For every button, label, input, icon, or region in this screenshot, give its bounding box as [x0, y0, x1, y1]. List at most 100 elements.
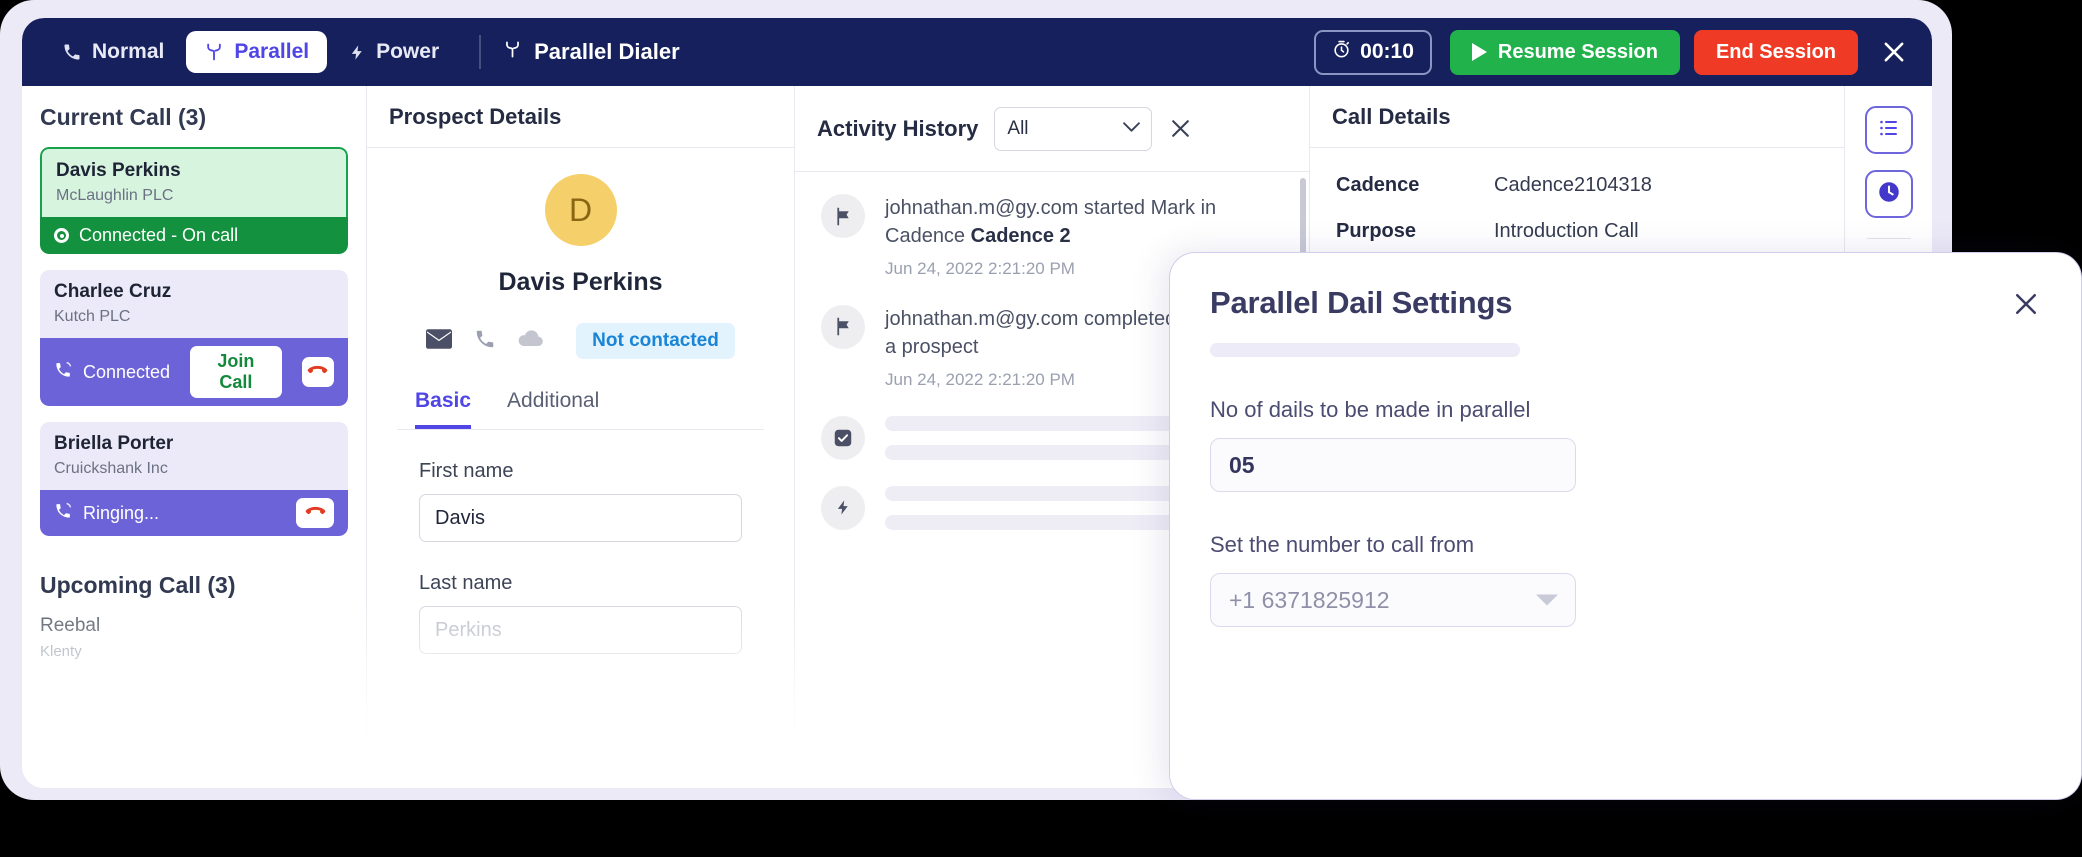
activity-panel-title: Activity History [817, 116, 978, 142]
lightning-icon [821, 486, 865, 530]
check-square-icon [821, 416, 865, 460]
skeleton-bar [1210, 343, 1520, 357]
tab-basic[interactable]: Basic [415, 389, 471, 429]
dialer-title: Parallel Dialer [503, 39, 680, 66]
upcoming-list-item[interactable]: Reebal Klenty [40, 615, 348, 660]
resume-session-button[interactable]: Resume Session [1450, 30, 1680, 75]
hangup-icon [307, 365, 328, 380]
current-call-title: Current Call (3) [40, 104, 348, 131]
activity-item-bold: Cadence 2 [971, 225, 1071, 247]
detail-key: Cadence [1336, 174, 1494, 197]
end-session-label: End Session [1716, 41, 1836, 63]
call-from-number-select[interactable]: +1 6371825912 [1210, 573, 1576, 627]
cloud-icon[interactable] [518, 329, 544, 353]
call-card-status: Connected Join Call [40, 338, 348, 406]
call-from-number-wrap: +1 6371825912 [1210, 573, 1576, 627]
activity-filter-wrap: All [994, 107, 1152, 151]
avatar: D [545, 174, 617, 246]
lightning-icon [349, 42, 366, 63]
call-details-title: Call Details [1310, 86, 1844, 148]
modal-fade-overlay [1170, 649, 2082, 799]
phone-ring-icon [54, 501, 73, 525]
screen-root: Normal Parallel [0, 0, 2082, 857]
tab-additional[interactable]: Additional [507, 389, 599, 429]
resume-session-label: Resume Session [1498, 41, 1658, 64]
modal-inner: Parallel Dail Settings No of dails to be… [1170, 253, 2081, 799]
prospect-name: Davis Perkins [397, 268, 764, 297]
prospect-fields: First name Last name [397, 460, 764, 654]
stopwatch-icon [1332, 40, 1351, 65]
call-card-org: Kutch PLC [54, 308, 334, 326]
dials-label: No of dails to be made in parallel [1210, 397, 2041, 423]
mode-button-normal[interactable]: Normal [44, 31, 182, 73]
session-timer-value: 00:10 [1360, 40, 1414, 64]
prospect-panel-title: Prospect Details [367, 86, 794, 148]
calls-inner: Current Call (3) Davis Perkins McLaughli… [22, 86, 366, 660]
phone-icon[interactable] [474, 328, 496, 355]
call-card-status-label: Ringing... [83, 503, 159, 524]
call-card-top: Charlee Cruz Kutch PLC [40, 270, 348, 338]
branch-icon [503, 39, 522, 66]
phone-icon [62, 42, 82, 62]
last-name-input[interactable] [419, 606, 742, 654]
flag-icon [821, 305, 865, 349]
call-from-number-label: Set the number to call from [1210, 532, 2041, 558]
record-dot-icon [54, 228, 69, 243]
hangup-icon [305, 506, 326, 521]
rail-divider [1867, 238, 1911, 239]
end-session-button[interactable]: End Session [1694, 30, 1858, 75]
call-card-org: McLaughlin PLC [56, 187, 332, 205]
call-card-status: Connected - On call [40, 217, 348, 254]
hangup-button[interactable] [302, 357, 334, 387]
mode-switcher: Normal Parallel [40, 27, 461, 77]
mode-label-parallel: Parallel [234, 40, 309, 64]
mode-label-normal: Normal [92, 40, 164, 64]
close-icon[interactable] [1880, 38, 1908, 66]
hangup-button[interactable] [296, 498, 334, 528]
activity-header: Activity History All [795, 86, 1309, 172]
skeleton-bar [885, 515, 1180, 530]
rail-button-clock[interactable] [1865, 170, 1913, 218]
detail-key: Purpose [1336, 220, 1494, 243]
skeleton-bar [885, 445, 1187, 460]
call-card-status: Ringing... [40, 490, 348, 536]
join-call-button[interactable]: Join Call [190, 346, 282, 398]
branch-icon [204, 41, 224, 63]
mode-button-power[interactable]: Power [331, 31, 457, 73]
activity-filter-select[interactable]: All [994, 107, 1152, 151]
close-icon[interactable] [2011, 289, 2041, 319]
dialer-title-label: Parallel Dialer [534, 39, 680, 65]
call-card-top: Briella Porter Cruickshank Inc [40, 422, 348, 490]
call-card-davis-perkins[interactable]: Davis Perkins McLaughlin PLC Connected -… [40, 147, 348, 254]
detail-row-cadence: Cadence Cadence2104318 [1336, 174, 1818, 197]
call-card-name: Davis Perkins [56, 160, 332, 182]
call-card-org: Cruickshank Inc [54, 460, 334, 478]
call-card-name: Charlee Cruz [54, 281, 334, 303]
top-bar: Normal Parallel [22, 18, 1932, 86]
call-card-charlee-cruz[interactable]: Charlee Cruz Kutch PLC Connected [40, 270, 348, 406]
call-card-briella-porter[interactable]: Briella Porter Cruickshank Inc Ringing..… [40, 422, 348, 536]
mode-label-power: Power [376, 40, 439, 64]
mode-button-parallel[interactable]: Parallel [186, 31, 327, 73]
parallel-dial-settings-modal: Parallel Dail Settings No of dails to be… [1169, 252, 2082, 800]
first-name-input[interactable] [419, 494, 742, 542]
detail-value: Cadence2104318 [1494, 174, 1652, 197]
call-card-top: Davis Perkins McLaughlin PLC [40, 147, 348, 217]
detail-value: Introduction Call [1494, 220, 1639, 243]
upcoming-name: Reebal [40, 615, 348, 637]
avatar-initial: D [569, 192, 592, 229]
prospect-tabs: Basic Additional [397, 389, 764, 430]
modal-header: Parallel Dail Settings [1210, 285, 2041, 321]
close-icon[interactable] [1168, 116, 1193, 141]
email-icon[interactable] [426, 329, 452, 354]
activity-item-text: johnathan.m@gy.com started Mark in Caden… [885, 194, 1283, 251]
dials-count-input[interactable] [1210, 438, 1576, 492]
prospect-panel: Prospect Details D Davis Perkins [367, 86, 795, 788]
first-name-label: First name [419, 460, 742, 483]
upcoming-call-title: Upcoming Call (3) [40, 572, 348, 599]
calls-panel: Current Call (3) Davis Perkins McLaughli… [22, 86, 367, 788]
rail-button-list[interactable] [1865, 106, 1913, 154]
last-name-label: Last name [419, 572, 742, 595]
channel-row: Not contacted [397, 323, 764, 359]
call-card-status-label: Connected [83, 362, 170, 383]
